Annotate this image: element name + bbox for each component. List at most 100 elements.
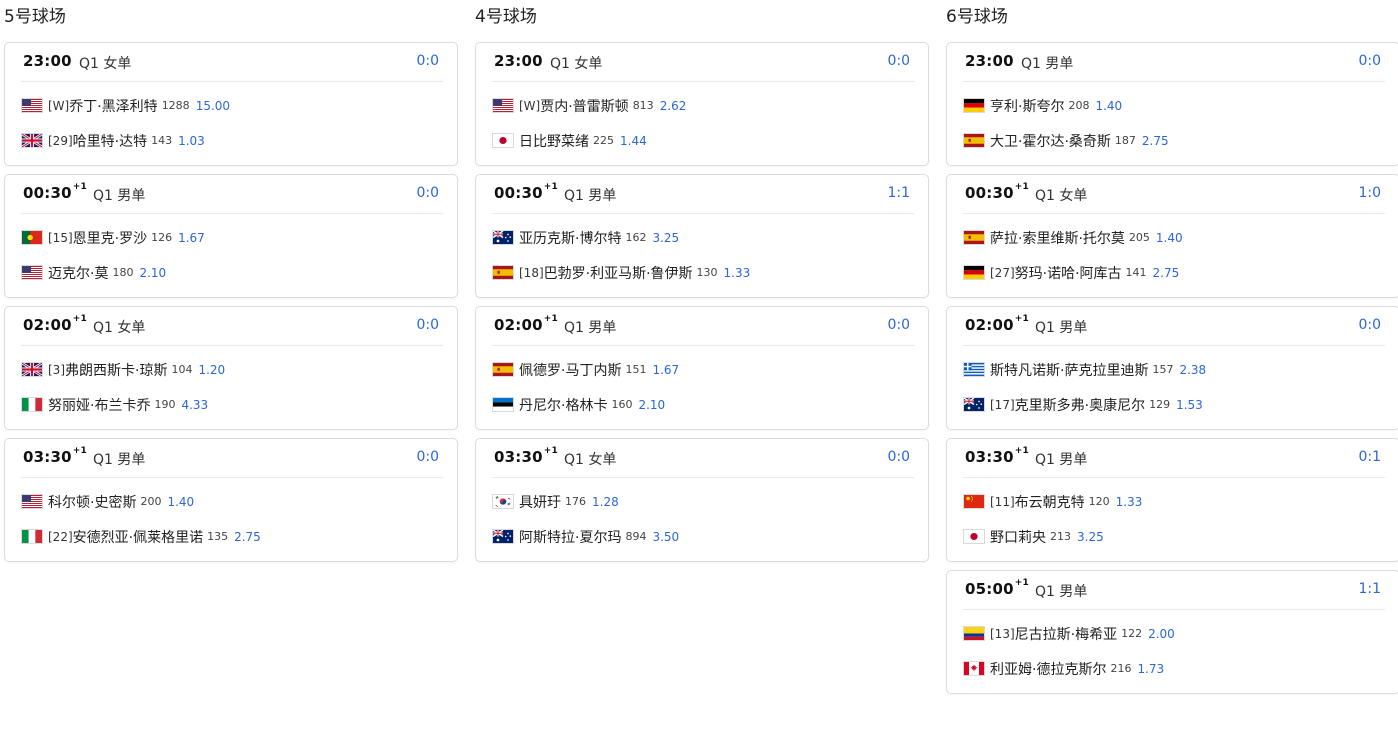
player-name[interactable]: 亚历克斯·博尔特 — [519, 228, 621, 248]
player-row[interactable]: [13] 尼古拉斯·梅希亚 122 2.00 — [947, 616, 1398, 651]
player-row[interactable]: 萨拉·索里维斯·托尔莫 205 1.40 — [947, 220, 1398, 255]
player-row[interactable]: 亨利·斯夸尔 208 1.40 — [947, 88, 1398, 123]
player-name[interactable]: 巴勃罗·利亚马斯·鲁伊斯 — [544, 263, 693, 283]
player-name[interactable]: 贾内·普雷斯顿 — [540, 96, 628, 116]
player-odds[interactable]: 3.50 — [652, 530, 679, 544]
match-card[interactable]: 23:00 Q1 男单 0:0 亨利·斯夸尔 208 1.40 大卫·霍尔达·桑奇斯 187 2… — [946, 42, 1398, 166]
match-header: 05:00+1 Q1 男单 1:1 — [963, 571, 1385, 610]
player-odds[interactable]: 2.62 — [660, 99, 687, 113]
match-score: 0:0 — [416, 317, 439, 333]
player-name[interactable]: 努丽娅·布兰卡乔 — [48, 395, 150, 415]
player-odds[interactable]: 1.40 — [167, 495, 194, 509]
player-name[interactable]: 乔丁·黑泽利特 — [69, 96, 157, 116]
player-odds[interactable]: 2.10 — [139, 266, 166, 280]
player-row[interactable]: [3] 弗朗西斯卡·琼斯 104 1.20 — [5, 352, 457, 387]
player-row[interactable]: 亚历克斯·博尔特 162 3.25 — [476, 220, 928, 255]
event-label: Q1 男单 — [564, 320, 617, 336]
player-row[interactable]: 具妍玗 176 1.28 — [476, 484, 928, 519]
player-name[interactable]: 亨利·斯夸尔 — [990, 96, 1064, 116]
player-odds[interactable]: 1.40 — [1156, 231, 1183, 245]
player-name[interactable]: 斯特凡诺斯·萨克拉里迪斯 — [990, 360, 1148, 380]
player-row[interactable]: [11] 布云朝克特 120 1.33 — [947, 484, 1398, 519]
player-odds[interactable]: 2.10 — [638, 398, 665, 412]
match-card[interactable]: 00:30+1 Q1 男单 0:0 [15] 恩里克·罗沙 126 1.67 迈克尔·莫 180… — [4, 174, 458, 298]
player-odds[interactable]: 4.33 — [181, 398, 208, 412]
player-row[interactable]: 佩德罗·马丁内斯 151 1.67 — [476, 352, 928, 387]
match-card[interactable]: 05:00+1 Q1 男单 1:1 [13] 尼古拉斯·梅希亚 122 2.00 利亚姆·德拉… — [946, 570, 1398, 694]
match-card[interactable]: 00:30+1 Q1 男单 1:1 亚历克斯·博尔特 162 3.25 [18] 巴勃罗·利亚… — [475, 174, 929, 298]
match-score: 0:0 — [416, 53, 439, 69]
player-row[interactable]: [W] 乔丁·黑泽利特 1288 15.00 — [5, 88, 457, 123]
player-name[interactable]: 克里斯多弗·奥康尼尔 — [1015, 395, 1145, 415]
player-name[interactable]: 科尔顿·史密斯 — [48, 492, 136, 512]
match-card[interactable]: 02:00+1 Q1 女单 0:0 [3] 弗朗西斯卡·琼斯 104 1.20 努丽娅·布兰卡… — [4, 306, 458, 430]
player-row[interactable]: 丹尼尔·格林卡 160 2.10 — [476, 387, 928, 422]
player-row[interactable]: [22] 安德烈亚·佩莱格里诺 135 2.75 — [5, 519, 457, 554]
match-card[interactable]: 00:30+1 Q1 女单 1:0 萨拉·索里维斯·托尔莫 205 1.40 [27] 努玛·… — [946, 174, 1398, 298]
player-row[interactable]: [15] 恩里克·罗沙 126 1.67 — [5, 220, 457, 255]
match-card[interactable]: 03:30+1 Q1 女单 0:0 具妍玗 176 1.28 阿斯特拉·夏尔玛 894 3.50 — [475, 438, 929, 562]
match-card[interactable]: 02:00+1 Q1 男单 0:0 斯特凡诺斯·萨克拉里迪斯 157 2.38 [17] 克里… — [946, 306, 1398, 430]
player-name[interactable]: 布云朝克特 — [1015, 492, 1085, 512]
player-odds[interactable]: 2.75 — [234, 530, 261, 544]
player-odds[interactable]: 1.53 — [1176, 398, 1203, 412]
player-row[interactable]: [27] 努玛·诺哈·阿库古 141 2.75 — [947, 255, 1398, 290]
player-odds[interactable]: 1.28 — [592, 495, 619, 509]
estonia-flag-icon — [492, 397, 514, 412]
player-row[interactable]: [18] 巴勃罗·利亚马斯·鲁伊斯 130 1.33 — [476, 255, 928, 290]
player-odds[interactable]: 3.25 — [1077, 530, 1104, 544]
player-name[interactable]: 利亚姆·德拉克斯尔 — [990, 659, 1106, 679]
player-row[interactable]: 努丽娅·布兰卡乔 190 4.33 — [5, 387, 457, 422]
player-name[interactable]: 哈里特·达特 — [73, 131, 147, 151]
player-odds[interactable]: 1.44 — [620, 134, 647, 148]
player-row[interactable]: 利亚姆·德拉克斯尔 216 1.73 — [947, 651, 1398, 686]
player-row[interactable]: 阿斯特拉·夏尔玛 894 3.50 — [476, 519, 928, 554]
player-row[interactable]: 斯特凡诺斯·萨克拉里迪斯 157 2.38 — [947, 352, 1398, 387]
match-card[interactable]: 03:30+1 Q1 男单 0:0 科尔顿·史密斯 200 1.40 [22] 安德烈亚·佩莱… — [4, 438, 458, 562]
player-rank: 130 — [696, 266, 718, 279]
player-name[interactable]: 丹尼尔·格林卡 — [519, 395, 607, 415]
player-name[interactable]: 安德烈亚·佩莱格里诺 — [73, 527, 203, 547]
player-name[interactable]: 尼古拉斯·梅希亚 — [1015, 624, 1117, 644]
schedule-root: 5号球场 23:00 Q1 女单 0:0 [W] 乔丁·黑泽利特 1288 15.00 [29]… — [0, 0, 1398, 738]
player-odds[interactable]: 2.00 — [1148, 627, 1175, 641]
player-name[interactable]: 具妍玗 — [519, 492, 561, 512]
player-name[interactable]: 日比野菜绪 — [519, 131, 589, 151]
player-name[interactable]: 阿斯特拉·夏尔玛 — [519, 527, 621, 547]
player-odds[interactable]: 2.75 — [1153, 266, 1180, 280]
player-row[interactable]: 野口莉央 213 3.25 — [947, 519, 1398, 554]
player-row[interactable]: [W] 贾内·普雷斯顿 813 2.62 — [476, 88, 928, 123]
player-row[interactable]: 迈克尔·莫 180 2.10 — [5, 255, 457, 290]
player-name[interactable]: 野口莉央 — [990, 527, 1046, 547]
player-odds[interactable]: 1.67 — [178, 231, 205, 245]
player-name[interactable]: 大卫·霍尔达·桑奇斯 — [990, 131, 1111, 151]
player-row[interactable]: [29] 哈里特·达特 143 1.03 — [5, 123, 457, 158]
next-day-marker: +1 — [72, 446, 87, 456]
player-odds[interactable]: 1.67 — [652, 363, 679, 377]
player-odds[interactable]: 1.40 — [1095, 99, 1122, 113]
player-odds[interactable]: 3.25 — [652, 231, 679, 245]
player-odds[interactable]: 1.73 — [1137, 662, 1164, 676]
player-odds[interactable]: 15.00 — [196, 99, 230, 113]
player-row[interactable]: 大卫·霍尔达·桑奇斯 187 2.75 — [947, 123, 1398, 158]
match-card[interactable]: 23:00 Q1 女单 0:0 [W] 乔丁·黑泽利特 1288 15.00 [29] 哈里特·… — [4, 42, 458, 166]
player-odds[interactable]: 2.75 — [1142, 134, 1169, 148]
player-name[interactable]: 迈克尔·莫 — [48, 263, 108, 283]
uk-flag-icon — [21, 362, 43, 377]
player-odds[interactable]: 1.20 — [198, 363, 225, 377]
match-card[interactable]: 03:30+1 Q1 男单 0:1 [11] 布云朝克特 120 1.33 野口莉央 213 3.… — [946, 438, 1398, 562]
match-card[interactable]: 02:00+1 Q1 男单 0:0 佩德罗·马丁内斯 151 1.67 丹尼尔·格林卡 160… — [475, 306, 929, 430]
player-odds[interactable]: 1.03 — [178, 134, 205, 148]
player-odds[interactable]: 1.33 — [1116, 495, 1143, 509]
player-odds[interactable]: 2.38 — [1179, 363, 1206, 377]
player-name[interactable]: 恩里克·罗沙 — [73, 228, 147, 248]
player-row[interactable]: [17] 克里斯多弗·奥康尼尔 129 1.53 — [947, 387, 1398, 422]
player-row[interactable]: 日比野菜绪 225 1.44 — [476, 123, 928, 158]
player-name[interactable]: 佩德罗·马丁内斯 — [519, 360, 621, 380]
player-name[interactable]: 弗朗西斯卡·琼斯 — [65, 360, 167, 380]
player-name[interactable]: 努玛·诺哈·阿库古 — [1015, 263, 1122, 283]
player-name[interactable]: 萨拉·索里维斯·托尔莫 — [990, 228, 1125, 248]
match-card[interactable]: 23:00 Q1 女单 0:0 [W] 贾内·普雷斯顿 813 2.62 日比野菜绪 225 1.… — [475, 42, 929, 166]
player-odds[interactable]: 1.33 — [724, 266, 751, 280]
player-row[interactable]: 科尔顿·史密斯 200 1.40 — [5, 484, 457, 519]
